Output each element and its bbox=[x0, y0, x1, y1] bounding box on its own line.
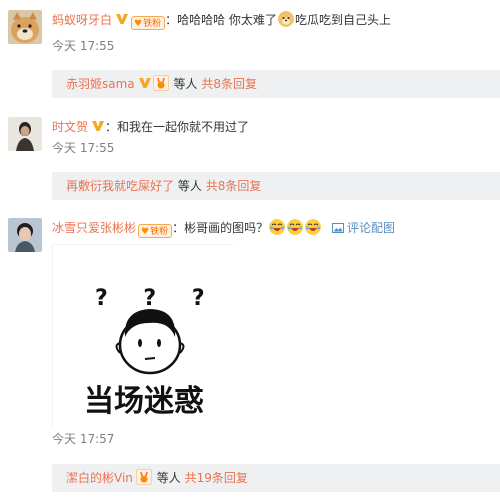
comment-line: 冰雪只爱张彬彬 ♥铁粉 ：彬哥画的图吗？ 评论配图 bbox=[52, 219, 395, 238]
sticker-caption: 当场迷惑 bbox=[84, 384, 204, 419]
user-avatar-icon bbox=[8, 218, 42, 252]
confused-sticker-icon: ? ? ? 当场迷惑 bbox=[53, 245, 235, 429]
reply-summary[interactable]: 潔白的彬Vin 等人 共19条回复 bbox=[52, 464, 500, 492]
laugh-cry-emoji-icon bbox=[305, 219, 322, 235]
timestamp: 今天 17:57 bbox=[52, 432, 115, 446]
reply-count-link[interactable]: 共19条回复 bbox=[185, 471, 248, 485]
reply-user-link[interactable]: 潔白的彬Vin bbox=[66, 471, 133, 485]
reply-user-link[interactable]: 赤羽姬sama bbox=[66, 77, 135, 91]
username-link[interactable]: 冰雪只爱张彬彬 bbox=[52, 221, 136, 235]
fan-badge-icon bbox=[135, 469, 152, 485]
fan-badge-label: 铁粉 bbox=[150, 227, 169, 237]
doge-emoji-icon bbox=[277, 11, 294, 27]
reply-summary[interactable]: 再敷衍我就吃屎好了 等人 共8条回复 bbox=[52, 172, 500, 200]
user-avatar-icon bbox=[8, 117, 42, 151]
avatar[interactable] bbox=[8, 218, 42, 252]
username-link[interactable]: 蚂蚁呀牙白 bbox=[52, 13, 112, 27]
v-badge-icon bbox=[138, 78, 151, 88]
username-link[interactable]: 时文贺 bbox=[52, 120, 88, 134]
comment-text: ：彬哥画的图吗？ bbox=[172, 221, 269, 235]
picture-icon bbox=[331, 223, 344, 233]
fan-badge-icon: ♥铁粉 bbox=[131, 16, 166, 30]
timestamp: 今天 17:55 bbox=[52, 141, 115, 155]
comment-text: ：哈哈哈哈 你太难了 bbox=[165, 13, 277, 27]
comment-line: 蚂蚁呀牙白 ♥铁粉 ：哈哈哈哈 你太难了 吃瓜吃到自己头上 bbox=[52, 11, 391, 30]
fan-badge-label: 铁粉 bbox=[143, 19, 162, 29]
avatar[interactable] bbox=[8, 117, 42, 151]
doge-avatar-icon bbox=[8, 10, 42, 44]
reply-count-link[interactable]: 共8条回复 bbox=[206, 179, 262, 193]
comment-image[interactable]: ? ? ? 当场迷惑 bbox=[52, 244, 235, 429]
avatar[interactable] bbox=[8, 10, 42, 44]
image-comment-label: 评论配图 bbox=[346, 221, 395, 235]
comment-line: 时文贺 ：和我在一起你就不用过了 bbox=[52, 118, 249, 136]
reply-mid-text: 等人 bbox=[156, 471, 181, 485]
reply-mid-text: 等人 bbox=[177, 179, 202, 193]
reply-mid-text: 等人 bbox=[173, 77, 198, 91]
fan-badge-icon bbox=[152, 75, 169, 91]
reply-text-link[interactable]: 再敷衍我就吃屎好了 bbox=[66, 179, 174, 193]
v-badge-icon bbox=[116, 14, 129, 24]
sticker-marks: ? ? ? bbox=[95, 286, 219, 311]
fan-badge-icon: ♥铁粉 bbox=[138, 224, 173, 238]
comment-text: ：和我在一起你就不用过了 bbox=[105, 120, 250, 134]
laugh-cry-emoji-icon bbox=[269, 219, 286, 235]
reply-summary[interactable]: 赤羽姬sama 等人 共8条回复 bbox=[52, 70, 500, 98]
v-badge-icon bbox=[92, 121, 105, 131]
image-comment-link[interactable]: 评论配图 bbox=[331, 221, 395, 235]
laugh-cry-emoji-icon bbox=[287, 219, 304, 235]
reply-count-link[interactable]: 共8条回复 bbox=[201, 77, 257, 91]
timestamp: 今天 17:55 bbox=[52, 39, 115, 53]
comment-text-2: 吃瓜吃到自己头上 bbox=[294, 13, 391, 27]
